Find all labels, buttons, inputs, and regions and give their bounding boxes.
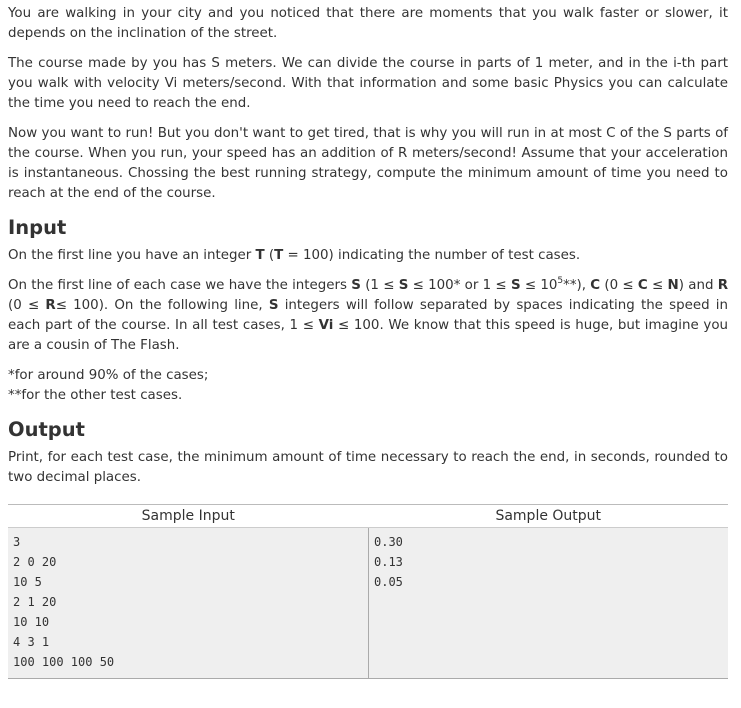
output-paragraph-1: Print, for each test case, the minimum a…: [8, 450, 728, 485]
var-T: T: [255, 248, 265, 263]
text: ≤ 10: [520, 278, 558, 293]
var-S: S: [351, 278, 361, 293]
var-C: C: [590, 278, 601, 293]
text: **),: [563, 278, 591, 293]
text: On the first line you have an integer: [8, 248, 256, 263]
var-Vi: Vi: [318, 318, 334, 333]
sample-input-line: 2 0 20: [13, 555, 57, 569]
var-R: R: [45, 298, 56, 313]
samples-table: Sample Input Sample Output 3 2 0 20 10 5…: [8, 504, 728, 679]
statement-paragraph-3: Now you want to run! But you don't want …: [8, 126, 728, 201]
sample-input-block[interactable]: 3 2 0 20 10 5 2 1 20 10 10 4 3 1 100 100…: [8, 527, 369, 679]
sample-input-line: 10 10: [13, 615, 50, 629]
input-paragraph-2: On the first line of each case we have t…: [8, 276, 728, 356]
text: On the first line of each case we have t…: [8, 278, 352, 293]
text: ) and: [678, 278, 718, 293]
sample-input-header: Sample Input: [8, 504, 369, 528]
input-paragraph-1: On the first line you have an integer T …: [8, 246, 728, 266]
footnotes: *for around 90% of the cases; **for the …: [8, 366, 728, 406]
statement-paragraph-2: The course made by you has S meters. We …: [8, 56, 728, 111]
var-S: S: [398, 278, 409, 293]
sample-input-line: 100 100 100 50: [13, 655, 115, 669]
var-S: S: [268, 298, 279, 313]
text: (: [264, 248, 275, 263]
sample-output-header: Sample Output: [368, 504, 728, 528]
text: ≤ 100). On the following line,: [55, 298, 269, 313]
statement-paragraph-1: You are walking in your city and you not…: [8, 6, 728, 41]
sample-input-line: 4 3 1: [13, 635, 50, 649]
sample-output-line: 0.05: [374, 575, 403, 589]
output-heading: Output: [8, 418, 85, 441]
sample-input-line: 10 5: [13, 575, 42, 589]
var-R: R: [717, 278, 729, 293]
text: = 100) indicating the number of test cas…: [283, 248, 581, 263]
text: ≤ 100* or 1 ≤: [408, 278, 511, 293]
sample-input-line: 3: [13, 535, 21, 549]
problem-statement: You are walking in your city and you not…: [0, 0, 728, 679]
exponent: 5: [557, 275, 564, 286]
var-C: C: [637, 278, 648, 293]
sample-input-line: 2 1 20: [13, 595, 57, 609]
text: (0 ≤: [8, 298, 46, 313]
input-heading: Input: [8, 216, 67, 239]
sample-output-block[interactable]: 0.30 0.13 0.05: [368, 527, 728, 679]
var-N: N: [667, 278, 679, 293]
text: ≤: [647, 278, 668, 293]
text: (0 ≤: [600, 278, 638, 293]
footnote-1: *for around 90% of the cases;: [8, 368, 209, 383]
var-S: S: [510, 278, 521, 293]
sample-output-line: 0.13: [374, 555, 403, 569]
text: (1 ≤: [360, 278, 399, 293]
footnote-2: **for the other test cases.: [8, 388, 183, 403]
sample-output-line: 0.30: [374, 535, 403, 549]
var-T: T: [274, 248, 284, 263]
